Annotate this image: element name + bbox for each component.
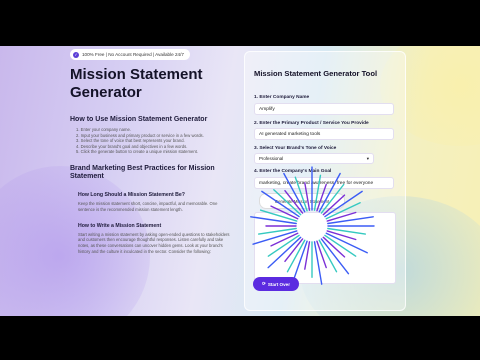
tone-label: 3. Select Your Brand's Tone of Voice xyxy=(254,146,337,151)
info-column: Mission Statement Generator How to Use M… xyxy=(70,64,230,255)
generator-tool-card: Mission Statement Generator Tool 1. Ente… xyxy=(244,51,406,311)
how-to-heading: How to Use Mission Statement Generator xyxy=(70,116,208,123)
product-label: 2. Enter the Primary Product / Service Y… xyxy=(254,121,369,126)
faq-text: Start writing a mission statement by ask… xyxy=(78,231,230,254)
output-area xyxy=(254,212,396,284)
page-title: Mission Statement Generator xyxy=(70,66,203,101)
company-name-label: 1. Enter Company Name xyxy=(254,95,310,100)
refresh-icon: ⟳ xyxy=(261,281,266,286)
goal-label: 4. Enter the Company's Main Goal xyxy=(254,169,332,174)
tone-select[interactable]: Professional ▾ xyxy=(254,153,374,164)
best-practices-heading: Brand Marketing Best Practices for Missi… xyxy=(70,164,215,181)
faq-text: Keep the mission statement short, concis… xyxy=(78,200,218,212)
start-over-button[interactable]: ⟳ Start Over xyxy=(253,277,299,291)
chevron-down-icon: ▾ xyxy=(366,155,369,161)
tool-title: Mission Statement Generator Tool xyxy=(254,69,378,78)
company-name-input[interactable]: Amplify xyxy=(254,103,394,115)
tone-select-value: Professional xyxy=(259,156,284,161)
list-item: 5. Click the generate button to create a… xyxy=(76,149,198,155)
faq-title: How Long Should a Mission Statement Be? xyxy=(78,191,185,198)
faq-title: How to Write a Mission Statement xyxy=(78,222,162,229)
badge-text: 100% Free | No Account Required | Availa… xyxy=(82,52,184,57)
generate-button[interactable]: Generate Mission Statement xyxy=(259,193,345,209)
info-icon: ✓ xyxy=(73,51,79,58)
goal-input[interactable]: marketing, create brand awareness, free … xyxy=(254,177,394,189)
product-input[interactable]: AI generated marketing tools xyxy=(254,128,394,140)
start-over-label: Start Over xyxy=(267,281,291,287)
availability-badge: ✓ 100% Free | No Account Required | Avai… xyxy=(70,49,190,60)
